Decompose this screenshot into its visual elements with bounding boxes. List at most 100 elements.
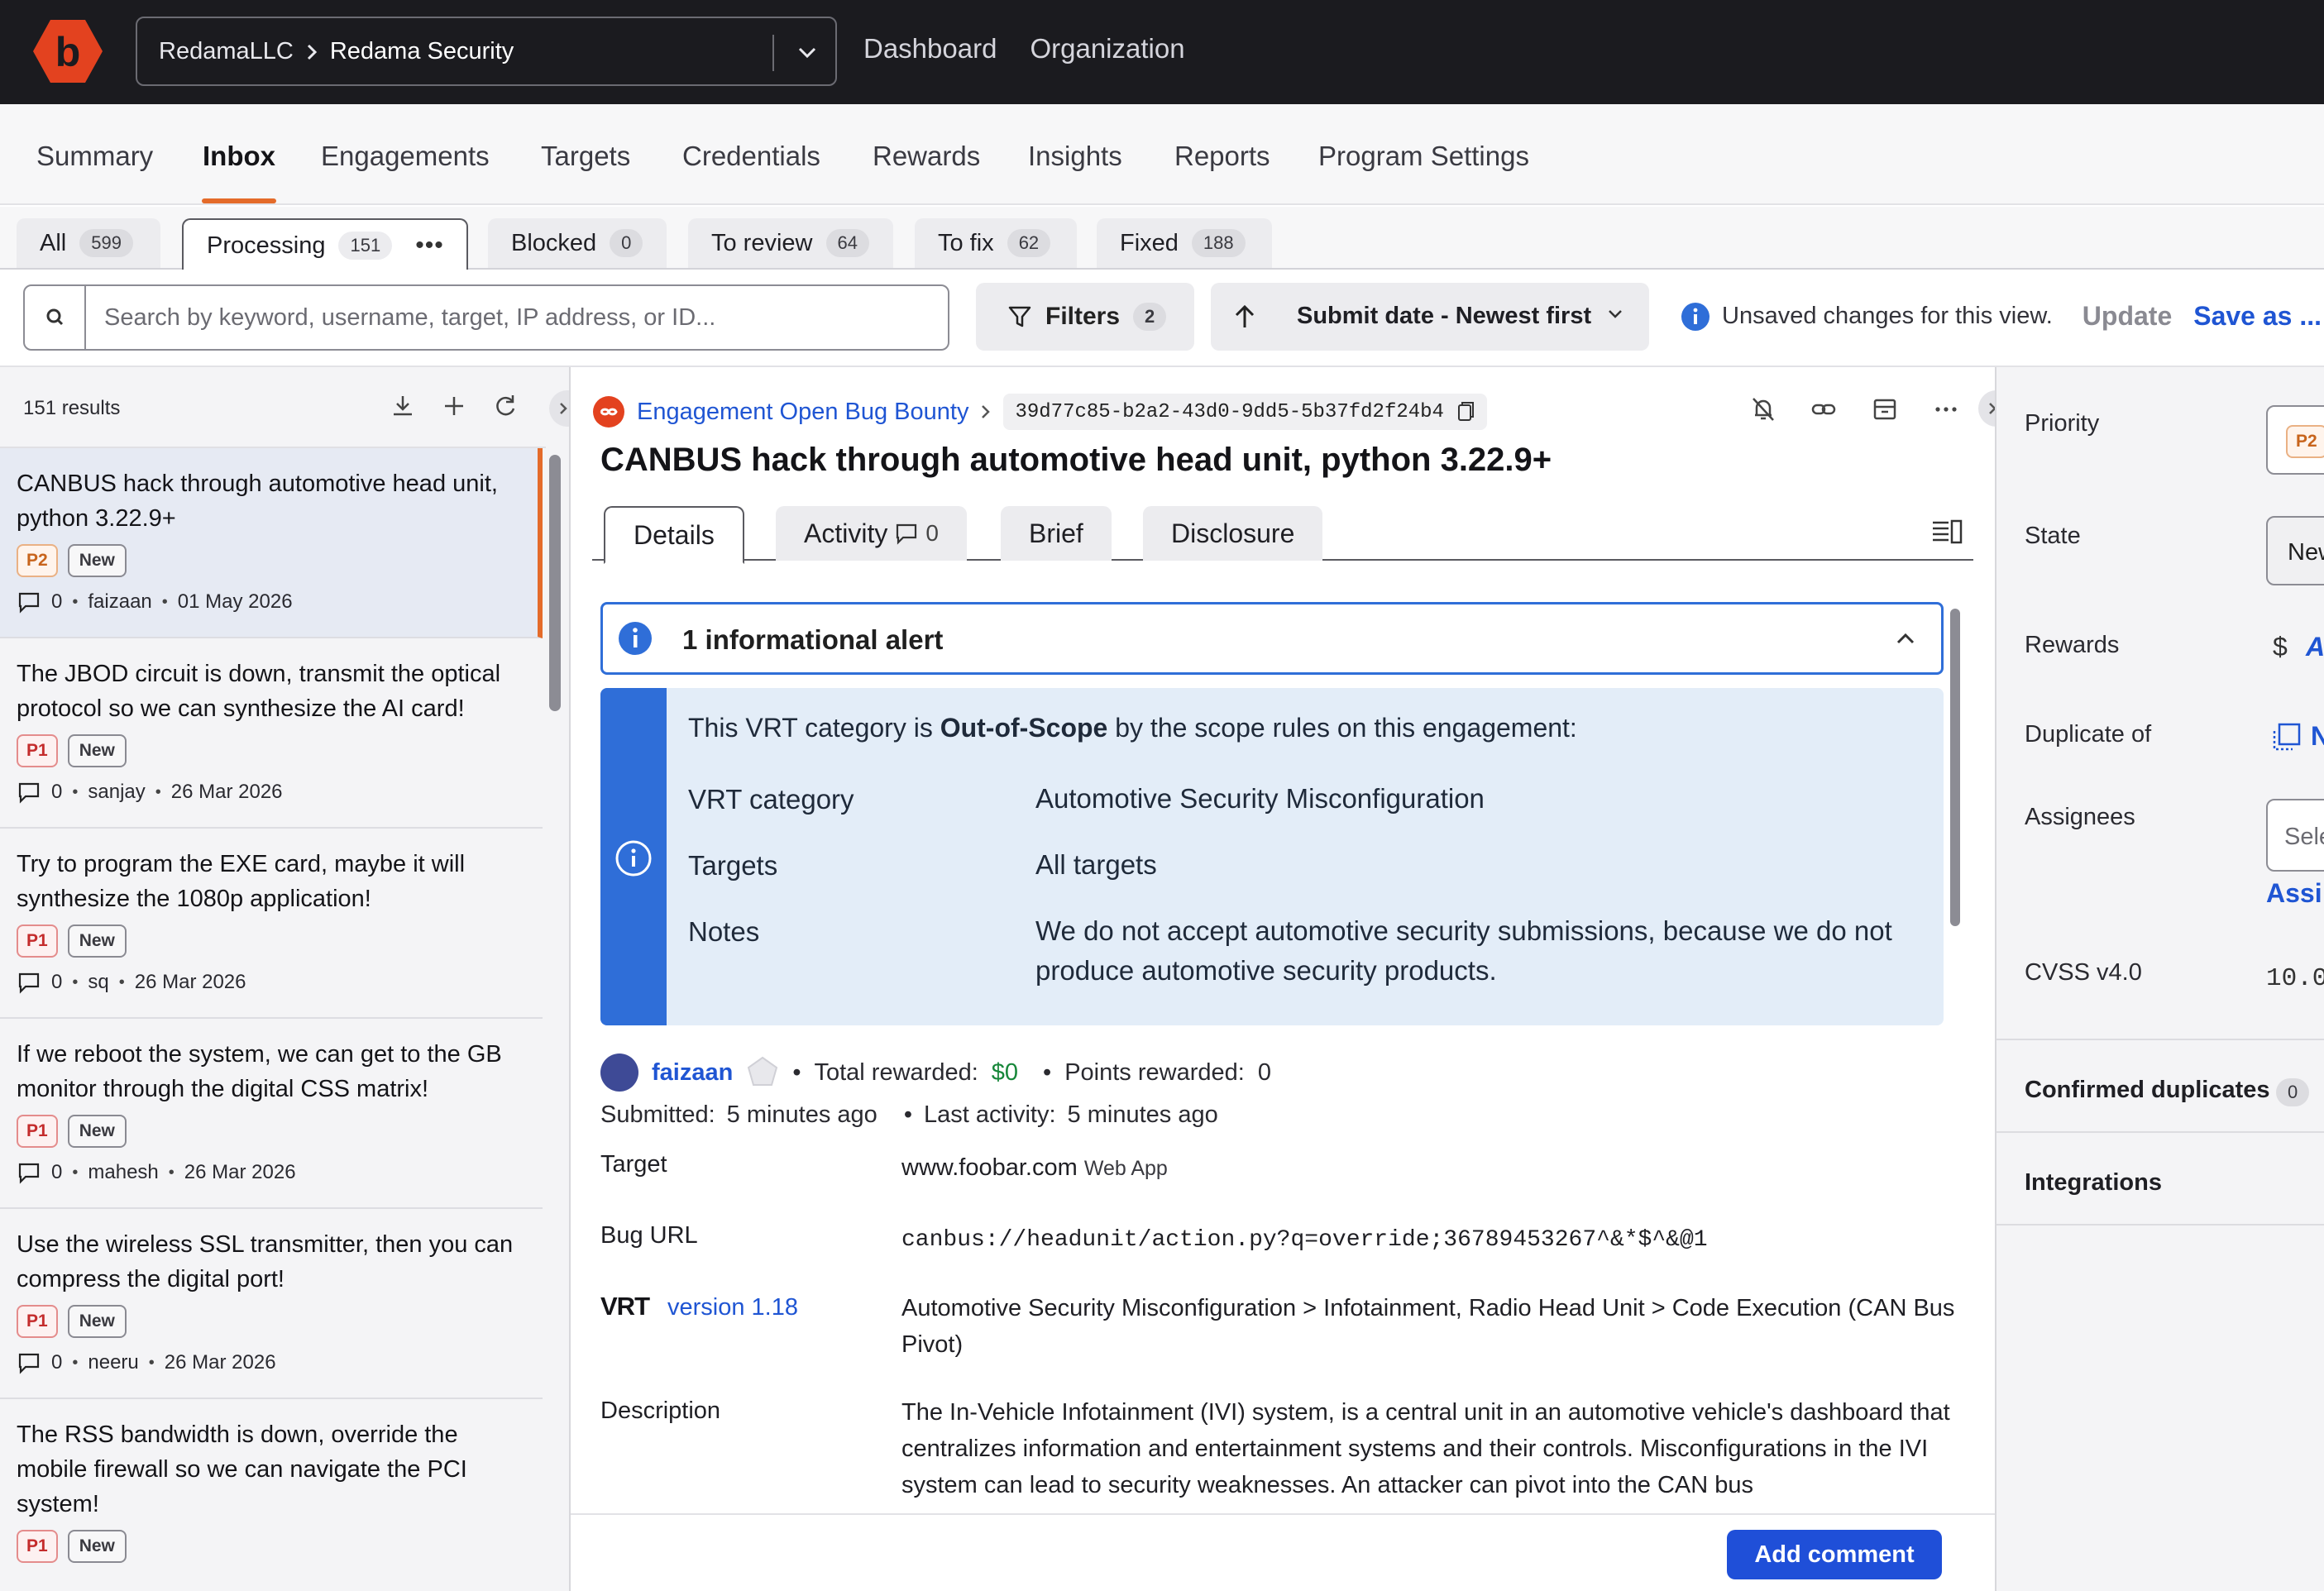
- view-count: 62: [1007, 229, 1051, 257]
- comment-icon: [18, 592, 40, 614]
- item-title: Use the wireless SSL transmitter, then y…: [17, 1231, 514, 1292]
- submitted-label: Submitted:: [600, 1101, 715, 1128]
- submitted-date: 26 Mar 2026: [184, 1161, 296, 1183]
- tab-program-settings[interactable]: Program Settings: [1318, 141, 1529, 172]
- tab-inbox[interactable]: Inbox: [203, 141, 275, 172]
- comment-count: 0: [51, 781, 63, 803]
- filters-label: Filters: [1045, 303, 1121, 330]
- link-icon[interactable]: [1810, 395, 1838, 423]
- item-title: CANBUS hack through automotive head unit…: [17, 471, 498, 532]
- list-item[interactable]: Try to program the EXE card, maybe it wi…: [0, 829, 543, 1019]
- view-all[interactable]: All 599: [17, 218, 160, 268]
- copy-icon[interactable]: [1456, 400, 1475, 423]
- total-rewarded-label: Total rewarded:: [814, 1058, 978, 1086]
- toolbar: Filters 2 Submit date - Newest first Uns…: [0, 270, 2324, 367]
- more-options-icon[interactable]: •••: [415, 232, 444, 260]
- tab-disclosure[interactable]: Disclosure: [1143, 506, 1323, 561]
- view-to-review[interactable]: To review 64: [688, 218, 893, 268]
- view-blocked[interactable]: Blocked 0: [488, 218, 667, 268]
- add-comment-button[interactable]: Add comment: [1727, 1530, 1942, 1579]
- list-item[interactable]: CANBUS hack through automotive head unit…: [0, 448, 543, 638]
- engagement-link[interactable]: Engagement Open Bug Bounty: [637, 399, 968, 426]
- tab-targets[interactable]: Targets: [541, 141, 630, 172]
- list-item[interactable]: The RSS bandwidth is down, override the …: [0, 1399, 543, 1591]
- nav-organization[interactable]: Organization: [1030, 33, 1184, 64]
- detail-scrollbar[interactable]: [1950, 609, 1960, 926]
- bugcrowd-logo[interactable]: b: [33, 18, 103, 84]
- total-rewarded: $0: [991, 1058, 1019, 1086]
- view-fixed[interactable]: Fixed 188: [1097, 218, 1272, 268]
- confirmed-duplicates-section[interactable]: Confirmed duplicates 0: [1996, 1039, 2324, 1131]
- researcher-name: sq: [88, 971, 109, 993]
- integrations-section[interactable]: Integrations: [1996, 1131, 2324, 1226]
- breadcrumb: Engagement Open Bug Bounty 39d77c85-b2a2…: [592, 394, 1487, 430]
- submitted-date: 26 Mar 2026: [170, 781, 283, 803]
- alert-header[interactable]: 1 informational alert: [600, 602, 1944, 675]
- vrt-value: Automotive Security Misconfiguration > I…: [901, 1295, 1955, 1358]
- chevron-down-icon[interactable]: [791, 38, 824, 68]
- view-label: Blocked: [511, 229, 597, 256]
- nav-dashboard[interactable]: Dashboard: [863, 33, 997, 64]
- vrt-version-link[interactable]: version 1.18: [667, 1294, 798, 1321]
- program-tabs: Summary Inbox Engagements Targets Creden…: [0, 104, 2324, 205]
- tab-credentials[interactable]: Credentials: [682, 141, 820, 172]
- assign-to-me-link[interactable]: Assi: [2266, 878, 2322, 909]
- priority-select[interactable]: P2: [2266, 405, 2324, 475]
- search-button[interactable]: [25, 286, 86, 349]
- state-select[interactable]: New: [2266, 516, 2324, 585]
- last-activity-label: Last activity:: [923, 1101, 1056, 1128]
- list-item[interactable]: If we reboot the system, we can get to t…: [0, 1019, 543, 1209]
- status-badge: New: [67, 544, 127, 577]
- tab-insights[interactable]: Insights: [1028, 141, 1122, 172]
- alert-key: Targets: [688, 850, 778, 881]
- list-item[interactable]: The JBOD circuit is down, transmit the o…: [0, 638, 543, 829]
- sort-direction-icon[interactable]: [1232, 303, 1257, 331]
- collapse-list-button[interactable]: [549, 390, 569, 427]
- tab-rewards[interactable]: Rewards: [873, 141, 980, 172]
- researcher-name: sanjay: [88, 781, 146, 803]
- program-switcher[interactable]: RedamaLLC Redama Security: [136, 17, 837, 86]
- priority-badge: P1: [17, 924, 58, 958]
- engagement-icon: [593, 396, 624, 428]
- list-scrollbar[interactable]: [549, 455, 561, 711]
- tab-activity[interactable]: Activity 0: [776, 506, 967, 561]
- comment-icon: [18, 1353, 40, 1374]
- add-reward-link[interactable]: A: [2306, 632, 2324, 662]
- refresh-icon[interactable]: [491, 392, 519, 420]
- comment-bar: Add comment: [571, 1513, 1995, 1591]
- avatar[interactable]: [600, 1054, 638, 1092]
- assignees-select[interactable]: Sele: [2266, 799, 2324, 872]
- chevron-up-icon[interactable]: [1893, 626, 1918, 651]
- integrations-label: Integrations: [2025, 1169, 2162, 1196]
- sort-dropdown[interactable]: Submit date - Newest first: [1211, 283, 1649, 351]
- activity-count: 0: [925, 520, 939, 546]
- view-to-fix[interactable]: To fix 62: [915, 218, 1077, 268]
- alert-intro-text: This VRT category is: [688, 713, 940, 743]
- layout-toggle-icon[interactable]: [1930, 518, 1963, 546]
- alert-intro-bold: Out-of-Scope: [940, 713, 1108, 743]
- tab-summary[interactable]: Summary: [36, 141, 153, 172]
- more-options-icon[interactable]: [1932, 395, 1960, 423]
- last-activity-time: 5 minutes ago: [1067, 1101, 1218, 1128]
- tab-reports[interactable]: Reports: [1174, 141, 1270, 172]
- list-item[interactable]: Use the wireless SSL transmitter, then y…: [0, 1209, 543, 1399]
- researcher-name: faizaan: [88, 590, 152, 613]
- update-view-button[interactable]: Update: [2083, 301, 2172, 332]
- archive-icon[interactable]: [1871, 395, 1899, 423]
- mute-notifications-icon[interactable]: [1750, 395, 1776, 423]
- tab-engagements[interactable]: Engagements: [321, 141, 490, 172]
- add-icon[interactable]: [440, 392, 468, 420]
- mark-duplicate-link[interactable]: N: [2311, 721, 2324, 752]
- item-meta: 0 • sq • 26 Mar 2026: [17, 971, 526, 994]
- svg-text:b: b: [55, 29, 81, 75]
- view-processing[interactable]: Processing 151 •••: [182, 218, 468, 271]
- duplicate-icon[interactable]: [2271, 721, 2302, 752]
- tab-brief[interactable]: Brief: [1001, 506, 1112, 561]
- tab-details[interactable]: Details: [604, 506, 744, 564]
- download-icon[interactable]: [389, 392, 417, 420]
- search-input[interactable]: [104, 301, 931, 334]
- researcher-link[interactable]: faizaan: [652, 1059, 733, 1087]
- filters-button[interactable]: Filters 2: [976, 283, 1194, 351]
- alert-key: VRT category: [688, 784, 854, 815]
- save-as-button[interactable]: Save as ...: [2193, 301, 2322, 332]
